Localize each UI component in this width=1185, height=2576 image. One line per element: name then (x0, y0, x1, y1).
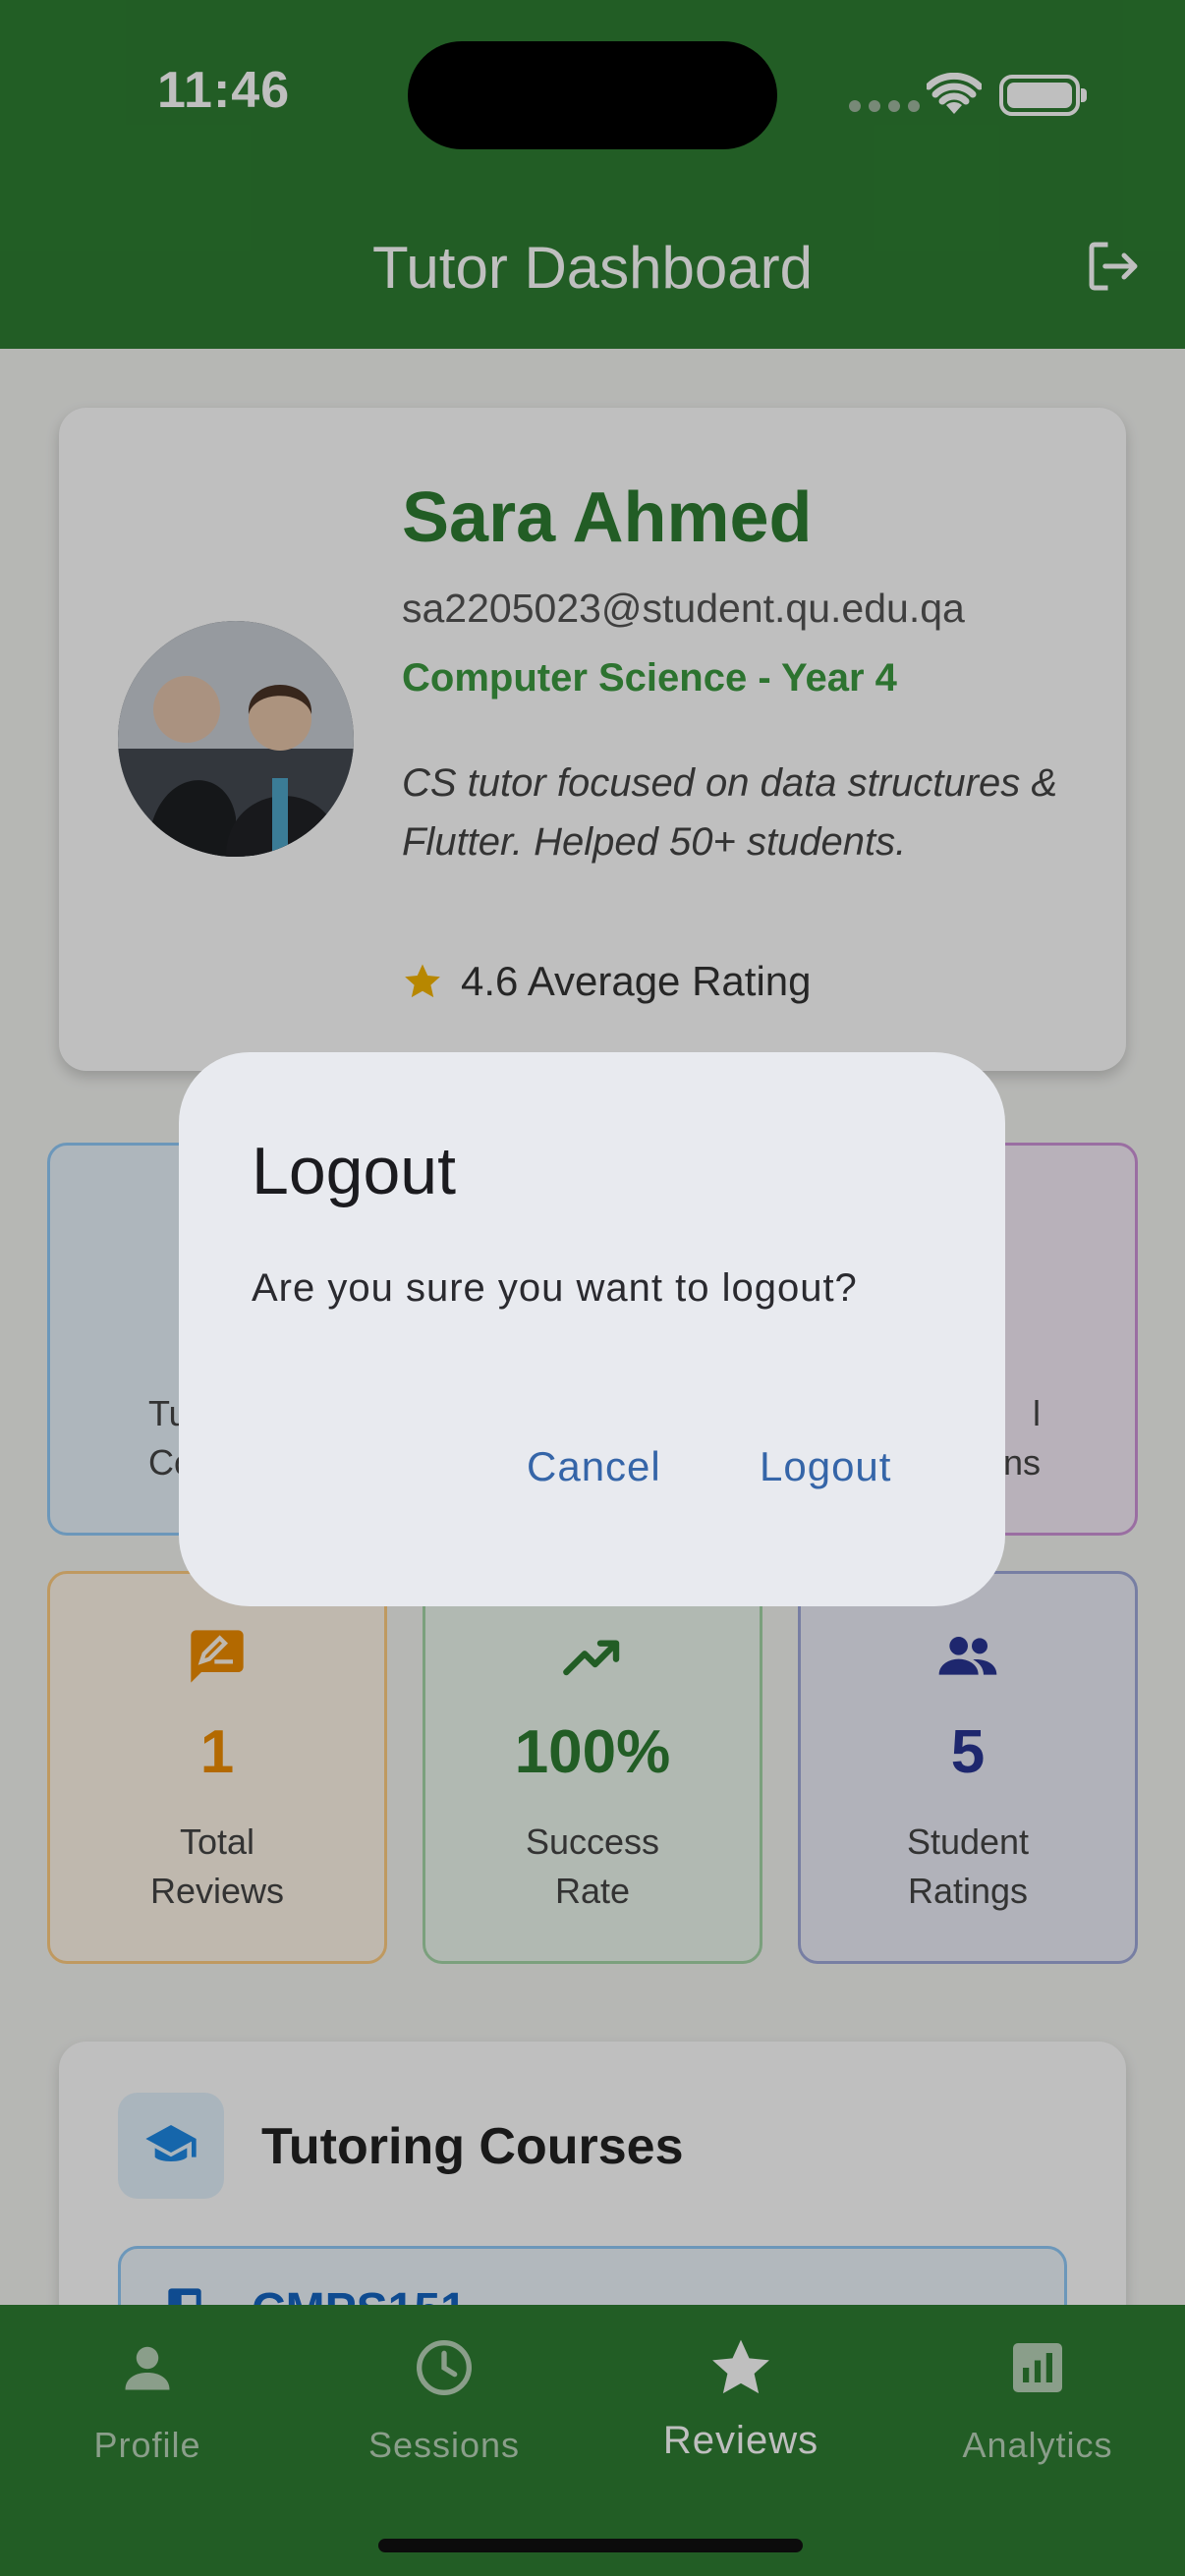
cancel-button[interactable]: Cancel (517, 1435, 671, 1498)
confirm-logout-button[interactable]: Logout (750, 1435, 901, 1498)
logout-dialog: Logout Are you sure you want to logout? … (179, 1052, 1005, 1606)
dialog-title: Logout (252, 1134, 456, 1208)
dialog-message: Are you sure you want to logout? (252, 1266, 858, 1310)
